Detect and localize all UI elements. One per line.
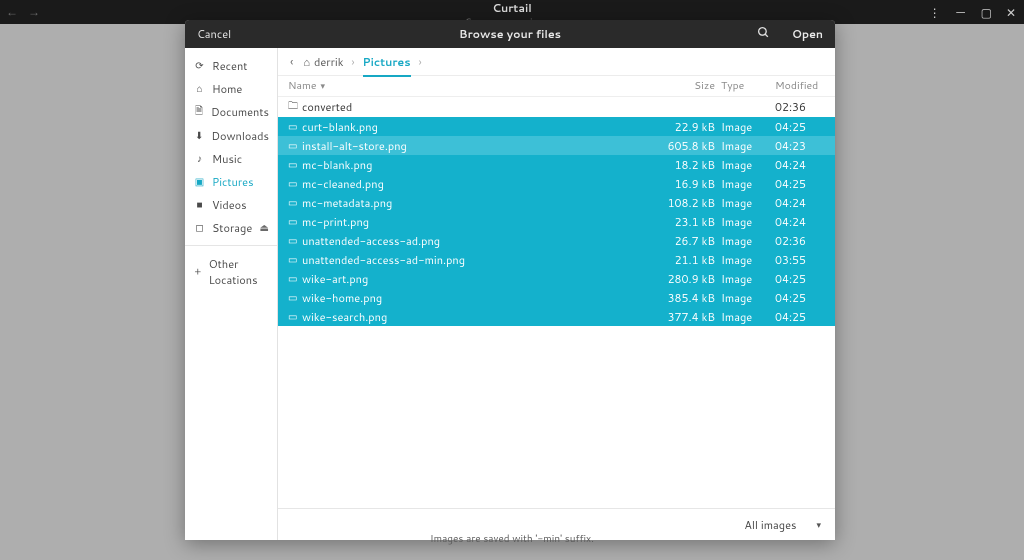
file-row[interactable]: ▭unattended-access-ad.png26.7 kBImage02:…	[278, 231, 835, 250]
file-row[interactable]: ▭install-alt-store.png605.8 kBImage04:23	[278, 136, 835, 155]
image-file-icon: ▭	[288, 272, 302, 286]
sidebar-item-label: Recent	[212, 58, 247, 74]
file-row[interactable]: ▭mc-blank.png18.2 kBImage04:24	[278, 155, 835, 174]
status-line: Images are saved with '-min' suffix.	[0, 532, 1024, 546]
place-icon: ⟳	[193, 59, 206, 73]
app-title: Curtail	[465, 0, 559, 16]
sidebar-item-storage[interactable]: ◻ Storage ⏏	[185, 216, 277, 239]
sidebar-item-label: Videos	[212, 197, 247, 213]
place-icon: ■	[193, 198, 206, 212]
place-icon: ♪	[193, 152, 206, 166]
file-chooser-dialog: Cancel Browse your files Open ⟳ Recent ⌂ Ho…	[185, 20, 835, 540]
image-file-icon: ▭	[288, 253, 302, 267]
chevron-right-icon: ›	[419, 54, 422, 70]
home-icon: ⌂	[303, 54, 310, 70]
sidebar-item-label: Documents	[211, 104, 269, 120]
cancel-button[interactable]: Cancel	[185, 26, 243, 42]
sidebar-item-label: Music	[212, 151, 242, 167]
chevron-down-icon: ▾	[816, 518, 821, 531]
place-icon: ◻	[193, 221, 206, 235]
sidebar-item-other-locations[interactable]: + Other Locations	[185, 252, 277, 291]
close-icon[interactable]: ✕	[1006, 4, 1016, 21]
minimize-icon[interactable]: －	[955, 4, 967, 21]
sidebar-item-label: Other Locations	[209, 256, 269, 288]
sidebar-item-documents[interactable]: 🗎 Documents	[185, 100, 277, 124]
image-file-icon: ▭	[288, 291, 302, 305]
file-row[interactable]: ▭wike-art.png280.9 kBImage04:25	[278, 269, 835, 288]
sidebar-item-downloads[interactable]: ⬇ Downloads	[185, 124, 277, 147]
image-file-icon: ▭	[288, 120, 302, 134]
breadcrumb-current[interactable]: Pictures	[363, 54, 411, 77]
open-button[interactable]: Open	[780, 26, 835, 42]
file-row[interactable]: ▭mc-print.png23.1 kBImage04:24	[278, 212, 835, 231]
sidebar-item-music[interactable]: ♪ Music	[185, 147, 277, 170]
sidebar-item-recent[interactable]: ⟳ Recent	[185, 54, 277, 77]
col-size[interactable]: Size	[655, 79, 715, 93]
image-file-icon: ▭	[288, 234, 302, 248]
menu-icon[interactable]: ⋮	[929, 4, 941, 21]
file-row[interactable]: ▭wike-home.png385.4 kBImage04:25	[278, 288, 835, 307]
file-row[interactable]: ▭wike-search.png377.4 kBImage04:25	[278, 307, 835, 326]
sidebar-item-label: Downloads	[211, 128, 269, 144]
col-modified[interactable]: Modified	[775, 79, 825, 93]
maximize-icon[interactable]: ▢	[981, 4, 992, 21]
file-row[interactable]: ▭mc-metadata.png108.2 kBImage04:24	[278, 193, 835, 212]
file-row[interactable]: ▭mc-cleaned.png16.9 kBImage04:25	[278, 174, 835, 193]
image-file-icon: ▭	[288, 196, 302, 210]
sidebar-item-label: Home	[212, 81, 242, 97]
place-icon: ⌂	[193, 82, 206, 96]
col-name[interactable]: Name▾	[288, 79, 655, 93]
file-list: 🗀converted--02:36▭curt-blank.png22.9 kBI…	[278, 97, 835, 508]
place-icon: ▣	[193, 175, 206, 189]
folder-icon: 🗀	[288, 99, 302, 116]
sidebar-item-label: Pictures	[212, 174, 254, 190]
sort-indicator-icon: ▾	[321, 79, 326, 92]
sidebar-item-home[interactable]: ⌂ Home	[185, 77, 277, 100]
folder-row[interactable]: 🗀converted--02:36	[278, 97, 835, 117]
sidebar-item-videos[interactable]: ■ Videos	[185, 193, 277, 216]
plus-icon: +	[193, 265, 203, 279]
image-file-icon: ▭	[288, 310, 302, 324]
file-row[interactable]: ▭unattended-access-ad-min.png21.1 kBImag…	[278, 250, 835, 269]
place-icon: 🗎	[193, 104, 205, 121]
dialog-title: Browse your files	[459, 26, 561, 42]
path-back-icon[interactable]: ‹	[288, 53, 295, 70]
eject-icon[interactable]: ⏏	[260, 221, 269, 235]
places-sidebar: ⟳ Recent ⌂ Home 🗎 Documents ⬇ Downloads ♪ Music ▣ P…	[185, 48, 278, 540]
image-file-icon: ▭	[288, 177, 302, 191]
sidebar-item-label: Storage	[212, 220, 252, 236]
col-type[interactable]: Type	[721, 79, 769, 93]
file-row[interactable]: ▭curt-blank.png22.9 kBImage04:25	[278, 117, 835, 136]
image-file-icon: ▭	[288, 215, 302, 229]
search-icon[interactable]	[747, 26, 780, 43]
file-filter-dropdown[interactable]: All images ▾	[744, 517, 821, 533]
image-file-icon: ▭	[288, 139, 302, 153]
breadcrumb-home[interactable]: ⌂ derrik	[303, 54, 343, 70]
sidebar-item-pictures[interactable]: ▣ Pictures	[185, 170, 277, 193]
nav-back-icon[interactable]: ←	[6, 3, 18, 20]
nav-forward-icon[interactable]: →	[28, 3, 40, 20]
chevron-right-icon: ›	[351, 54, 354, 70]
place-icon: ⬇	[193, 129, 205, 143]
image-file-icon: ▭	[288, 158, 302, 172]
column-headers: Name▾ Size Type Modified	[278, 76, 835, 97]
path-bar: ‹ ⌂ derrik › Pictures ›	[278, 48, 835, 76]
